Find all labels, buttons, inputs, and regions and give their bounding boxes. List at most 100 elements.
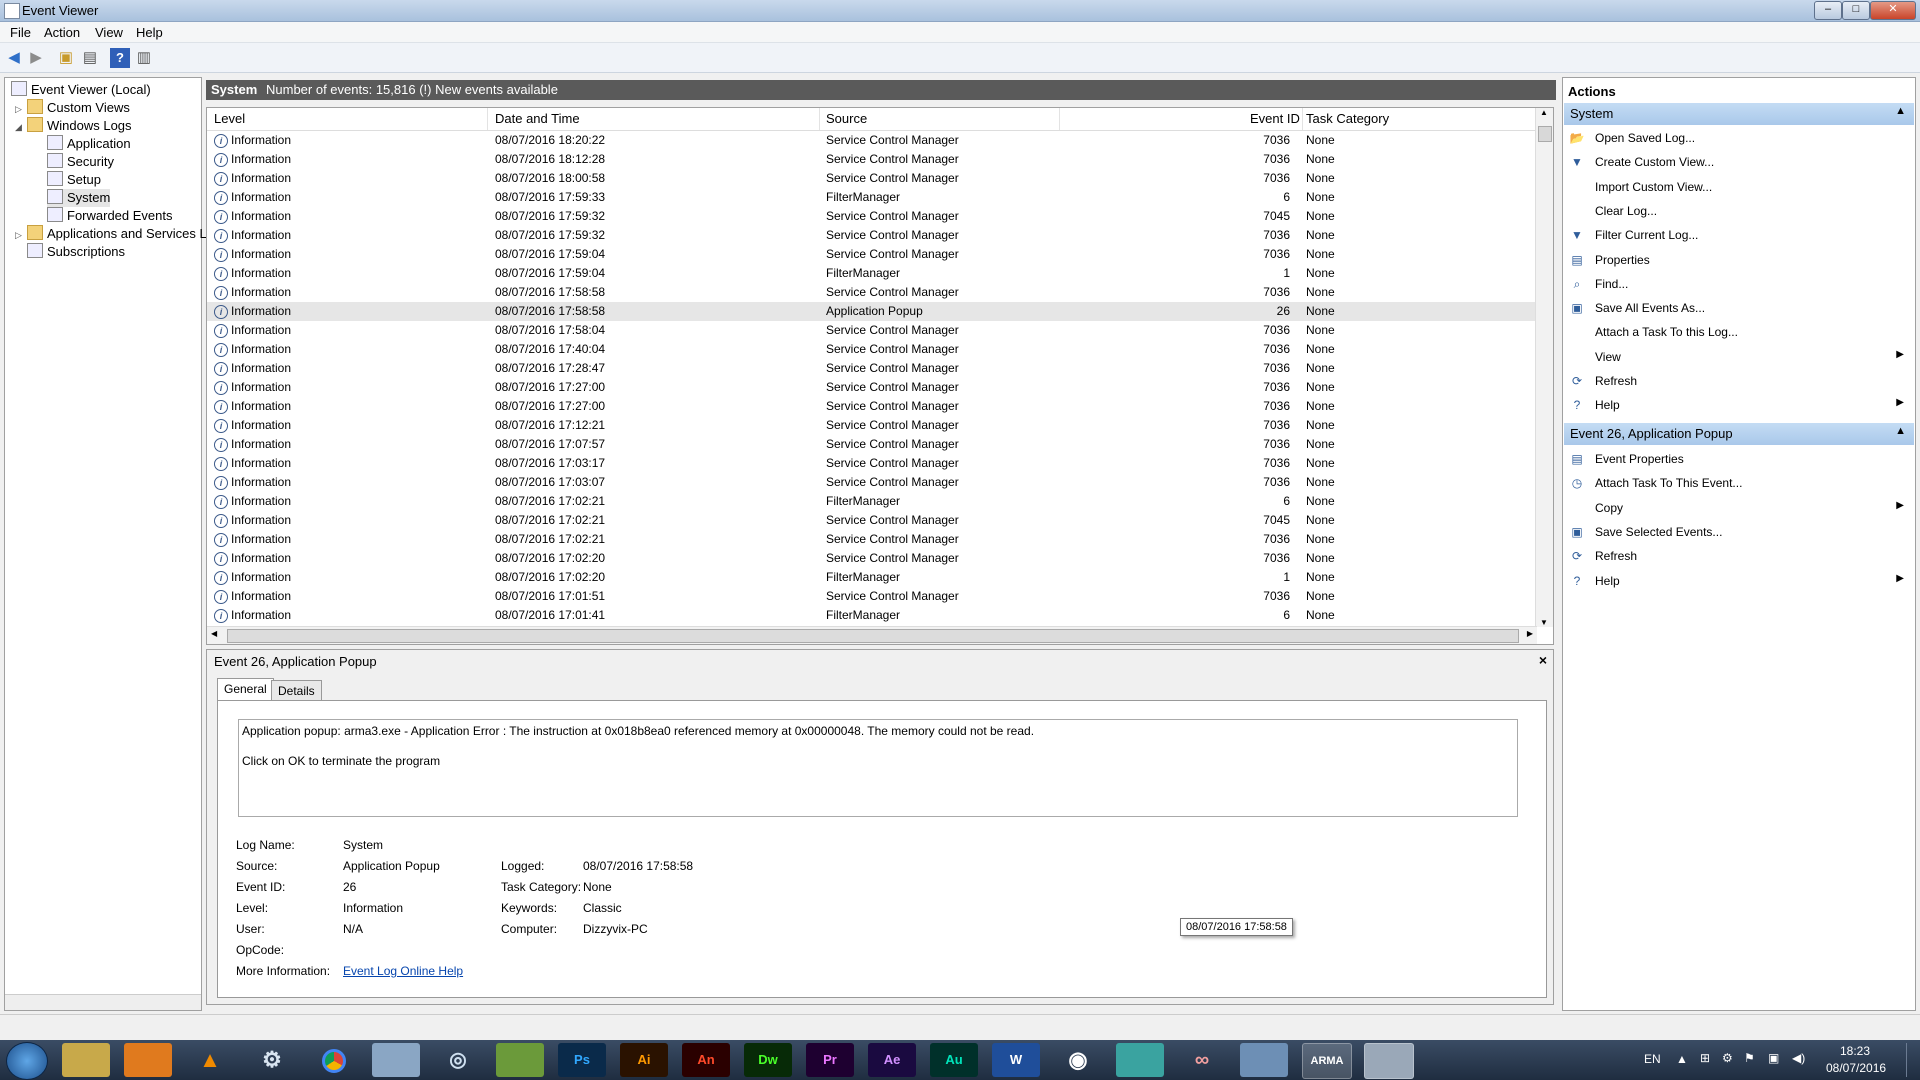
action-filter-current-log[interactable]: ▼ Filter Current Log...	[1564, 225, 1914, 247]
scroll-right-arrow-icon[interactable]: ▶	[1527, 629, 1533, 638]
up-folder-icon[interactable]: ▣	[56, 48, 76, 68]
table-row[interactable]: i Information 08/07/2016 17:59:32 Service C…	[207, 207, 1537, 226]
maya-icon[interactable]	[1116, 1043, 1164, 1077]
collapse-arrow-icon[interactable]: ▲	[1895, 105, 1906, 117]
action-help[interactable]: ? Help ▶	[1564, 395, 1914, 417]
column-divider[interactable]	[1302, 108, 1303, 130]
table-row[interactable]: i Information 08/07/2016 17:03:07 Service C…	[207, 473, 1537, 492]
horizontal-scrollbar[interactable]: ◀ ▶	[207, 626, 1537, 644]
tree-item-application[interactable]: Application	[47, 135, 131, 153]
column-divider[interactable]	[1059, 108, 1060, 130]
table-row[interactable]: i Information 08/07/2016 17:02:20 FilterMan…	[207, 568, 1537, 587]
column-task-category[interactable]: Task Category	[1306, 111, 1389, 126]
tree-horizontal-scrollbar[interactable]	[5, 994, 201, 1010]
column-date-time[interactable]: Date and Time	[495, 111, 580, 126]
clock-time[interactable]: 18:23	[1840, 1044, 1870, 1058]
forward-arrow-icon[interactable]: ▶	[26, 48, 46, 68]
event-log-online-help-link[interactable]: Event Log Online Help	[343, 964, 463, 978]
table-row[interactable]: i Information 08/07/2016 18:20:22 Service C…	[207, 131, 1537, 150]
table-row[interactable]: i Information 08/07/2016 18:00:58 Service C…	[207, 169, 1537, 188]
action-find[interactable]: ⌕ Find...	[1564, 274, 1914, 296]
show-hide-action-pane-icon[interactable]: ▥	[134, 48, 154, 68]
premiere-icon[interactable]: Pr	[806, 1043, 854, 1077]
photoshop-icon[interactable]: Ps	[558, 1043, 606, 1077]
action-properties[interactable]: ▤ Properties	[1564, 250, 1914, 272]
tree-item-forwarded-events[interactable]: Forwarded Events	[47, 207, 173, 225]
animate-icon[interactable]: An	[682, 1043, 730, 1077]
table-row[interactable]: i Information 08/07/2016 17:12:21 Service C…	[207, 416, 1537, 435]
action-refresh[interactable]: ⟳ Refresh	[1564, 546, 1914, 568]
action-clear-log[interactable]: Clear Log...	[1564, 201, 1914, 223]
menu-help[interactable]: Help	[136, 25, 163, 40]
obs-icon[interactable]: ◉	[1054, 1043, 1102, 1077]
action-copy[interactable]: Copy ▶	[1564, 498, 1914, 520]
volume-icon[interactable]: ◀)	[1792, 1051, 1805, 1065]
show-desktop-button[interactable]	[1906, 1043, 1919, 1077]
explorer-icon[interactable]	[62, 1043, 110, 1077]
table-row[interactable]: i Information 08/07/2016 17:58:58 Applicati…	[207, 302, 1537, 321]
horizontal-scroll-thumb[interactable]	[227, 629, 1519, 643]
network-icon[interactable]: ▣	[1768, 1051, 1779, 1065]
tree-subscriptions[interactable]: Subscriptions	[27, 243, 125, 261]
action-attach-a-task-to-this-log[interactable]: Attach a Task To this Log...	[1564, 322, 1914, 344]
table-row[interactable]: i Information 08/07/2016 17:27:00 Service C…	[207, 378, 1537, 397]
actions-section-system[interactable]: System ▲	[1564, 103, 1914, 125]
tree-item-security[interactable]: Security	[47, 153, 114, 171]
notepad-icon[interactable]	[372, 1043, 420, 1077]
table-row[interactable]: i Information 08/07/2016 17:58:04 Service C…	[207, 321, 1537, 340]
action-event-properties[interactable]: ▤ Event Properties	[1564, 449, 1914, 471]
tree-item-setup[interactable]: Setup	[47, 171, 101, 189]
clock-date[interactable]: 08/07/2016	[1826, 1061, 1886, 1075]
collapse-arrow-icon[interactable]: ◢	[15, 122, 22, 133]
event-viewer-taskbar-icon[interactable]	[1364, 1043, 1414, 1079]
event-message-box[interactable]: Application popup: arma3.exe - Applicati…	[238, 719, 1518, 817]
tab-general[interactable]: General	[217, 678, 274, 701]
show-hidden-icons-icon[interactable]: ▲	[1676, 1052, 1688, 1066]
show-hide-console-tree-icon[interactable]: ▤	[80, 48, 100, 68]
action-attach-task-to-this-event[interactable]: ◷ Attach Task To This Event...	[1564, 473, 1914, 495]
table-row[interactable]: i Information 08/07/2016 17:59:04 FilterMan…	[207, 264, 1537, 283]
table-row[interactable]: i Information 08/07/2016 17:27:00 Service C…	[207, 397, 1537, 416]
action-view[interactable]: View ▶	[1564, 347, 1914, 369]
table-row[interactable]: i Information 08/07/2016 17:01:51 Service C…	[207, 587, 1537, 606]
menu-view[interactable]: View	[95, 25, 123, 40]
tree-windows-logs[interactable]: Windows Logs	[27, 117, 132, 135]
table-row[interactable]: i Information 08/07/2016 17:02:20 Service C…	[207, 549, 1537, 568]
action-help[interactable]: ? Help ▶	[1564, 571, 1914, 593]
action-open-saved-log[interactable]: 📂 Open Saved Log...	[1564, 128, 1914, 150]
game-launcher-icon[interactable]	[496, 1043, 544, 1077]
table-row[interactable]: i Information 08/07/2016 17:28:47 Service C…	[207, 359, 1537, 378]
table-row[interactable]: i Information 08/07/2016 17:02:21 Service C…	[207, 530, 1537, 549]
action-import-custom-view[interactable]: Import Custom View...	[1564, 177, 1914, 199]
table-row[interactable]: i Information 08/07/2016 17:59:32 Service C…	[207, 226, 1537, 245]
table-row[interactable]: i Information 08/07/2016 17:02:21 Service C…	[207, 511, 1537, 530]
column-divider[interactable]	[819, 108, 820, 130]
vertical-scrollbar[interactable]: ▲ ▼	[1535, 108, 1553, 627]
column-source[interactable]: Source	[826, 111, 867, 126]
column-level[interactable]: Level	[214, 111, 245, 126]
action-create-custom-view[interactable]: ▼ Create Custom View...	[1564, 152, 1914, 174]
tree-root[interactable]: Event Viewer (Local)	[11, 81, 151, 99]
table-row[interactable]: i Information 08/07/2016 17:59:33 FilterMan…	[207, 188, 1537, 207]
action-save-selected-events[interactable]: ▣ Save Selected Events...	[1564, 522, 1914, 544]
actions-section-event[interactable]: Event 26, Application Popup ▲	[1564, 423, 1914, 445]
close-window-button[interactable]: ✕	[1870, 1, 1916, 20]
close-icon[interactable]: ×	[1539, 652, 1547, 668]
scroll-down-arrow-icon[interactable]: ▼	[1540, 618, 1548, 627]
table-row[interactable]: i Information 08/07/2016 17:02:21 FilterMan…	[207, 492, 1537, 511]
table-row[interactable]: i Information 08/07/2016 18:12:28 Service C…	[207, 150, 1537, 169]
table-row[interactable]: i Information 08/07/2016 17:58:58 Service C…	[207, 283, 1537, 302]
action-center-flag-icon[interactable]: ⚑	[1744, 1051, 1755, 1065]
dreamweaver-icon[interactable]: Dw	[744, 1043, 792, 1077]
tree-custom-views[interactable]: Custom Views	[27, 99, 130, 117]
column-event-id[interactable]: Event ID	[1250, 111, 1300, 126]
collapse-arrow-icon[interactable]: ▲	[1895, 425, 1906, 437]
maximize-button[interactable]: □	[1842, 1, 1870, 20]
vertical-scroll-thumb[interactable]	[1538, 126, 1552, 142]
menu-file[interactable]: File	[10, 25, 31, 40]
teamspeak-icon[interactable]: ◎	[434, 1043, 482, 1077]
arma-icon[interactable]: ARMA	[1302, 1043, 1352, 1079]
creative-cloud-icon[interactable]: ∞	[1178, 1043, 1226, 1077]
scroll-left-arrow-icon[interactable]: ◀	[211, 629, 217, 638]
windows-icon[interactable]: ⊞	[1700, 1051, 1710, 1065]
